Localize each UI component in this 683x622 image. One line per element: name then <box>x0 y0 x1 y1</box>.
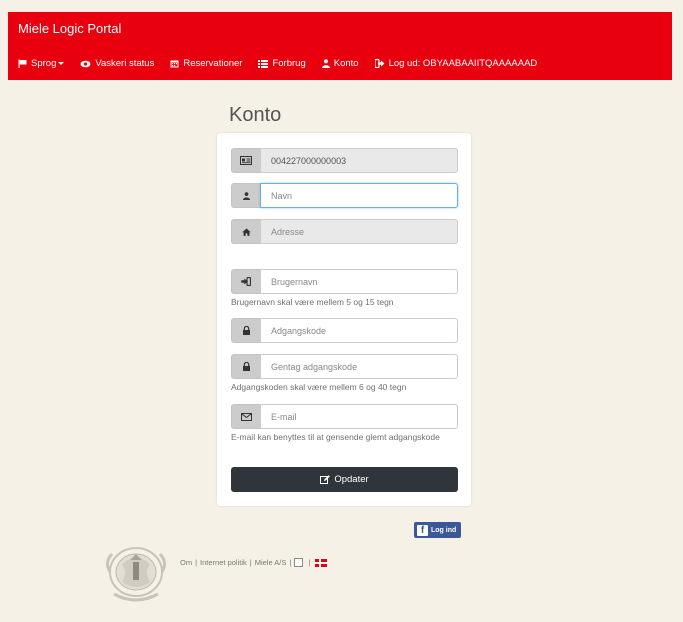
footer-internet-policy-link[interactable]: Internet politik <box>200 558 247 567</box>
calendar-icon <box>170 60 179 68</box>
lock-icon <box>231 318 260 343</box>
footer-separator: | <box>195 558 198 567</box>
email-help-text: E-mail kan benyttes til at gensende glem… <box>231 432 440 442</box>
footer-links: Om | Internet politik | Miele A/S | | <box>180 558 328 567</box>
top-navbar: Miele Logic Portal Sprog Vaskeri status … <box>8 12 672 80</box>
page-frame: Miele Logic Portal Sprog Vaskeri status … <box>8 12 672 620</box>
home-icon <box>231 219 260 244</box>
sign-out-icon <box>374 59 385 68</box>
brand-title[interactable]: Miele Logic Portal <box>18 21 121 36</box>
danish-flag-icon[interactable] <box>315 558 328 567</box>
footer-company-link[interactable]: Miele A/S <box>255 558 287 567</box>
eye-icon <box>80 60 91 67</box>
password-group <box>231 318 458 343</box>
username-group <box>231 269 458 294</box>
footer-separator: | <box>249 558 252 567</box>
caret-down-icon <box>58 62 65 65</box>
username-help-text: Brugernavn skal være mellem 5 og 15 tegn <box>231 297 394 307</box>
username-field[interactable] <box>260 269 458 294</box>
footer-about-link[interactable]: Om <box>180 558 192 567</box>
email-field[interactable] <box>260 404 458 429</box>
page-title: Konto <box>229 104 282 126</box>
name-field[interactable] <box>260 183 458 208</box>
royal-warrant-seal <box>105 547 167 602</box>
facebook-login-button[interactable]: f Log ind <box>414 522 461 538</box>
flag-icon <box>18 59 27 68</box>
edit-icon <box>320 475 331 484</box>
sign-in-icon <box>231 269 260 294</box>
password-repeat-field[interactable] <box>260 354 458 379</box>
user-icon <box>231 183 260 208</box>
account-number-field <box>260 148 458 173</box>
nav-reservations[interactable]: Reservationer <box>170 58 242 69</box>
email-group <box>231 404 458 429</box>
nav-laundry-status[interactable]: Vaskeri status <box>80 58 154 69</box>
lock-icon <box>231 354 260 379</box>
account-number-group <box>231 148 458 173</box>
nav-language-label: Sprog <box>31 58 57 69</box>
password-help-text: Adgangskoden skal være mellem 6 og 40 te… <box>231 382 407 392</box>
nav-logout-label: Log ud: OBYAABAAIITQAAAAAAD <box>388 58 538 69</box>
nav-language-dropdown[interactable]: Sprog <box>18 58 65 69</box>
password-field[interactable] <box>260 318 458 343</box>
name-group <box>231 183 458 208</box>
footer-separator: | <box>289 558 292 567</box>
list-icon <box>258 59 269 68</box>
nav-consumption[interactable]: Forbrug <box>258 58 306 69</box>
update-button[interactable]: Opdater <box>231 467 458 492</box>
facebook-icon: f <box>417 524 428 536</box>
footer-separator: | <box>308 558 311 567</box>
nav-laundry-status-label: Vaskeri status <box>95 58 155 69</box>
password-repeat-group <box>231 354 458 379</box>
id-card-icon <box>231 148 260 173</box>
nav-account[interactable]: Konto <box>321 58 359 69</box>
calendar-icon[interactable] <box>294 558 304 567</box>
facebook-login-label: Log ind <box>431 526 457 534</box>
envelope-icon <box>231 404 260 429</box>
nav-menu: Sprog Vaskeri status Reservationer Forbr… <box>18 58 553 69</box>
nav-account-label: Konto <box>333 58 359 69</box>
user-icon <box>321 59 330 68</box>
address-field <box>260 219 458 244</box>
update-button-label: Opdater <box>334 474 369 485</box>
account-form-card: Brugernavn skal være mellem 5 og 15 tegn… <box>217 133 471 506</box>
address-group <box>231 219 458 244</box>
nav-consumption-label: Forbrug <box>272 58 306 69</box>
nav-logout[interactable]: Log ud: OBYAABAAIITQAAAAAAD <box>374 58 538 69</box>
nav-reservations-label: Reservationer <box>183 58 243 69</box>
